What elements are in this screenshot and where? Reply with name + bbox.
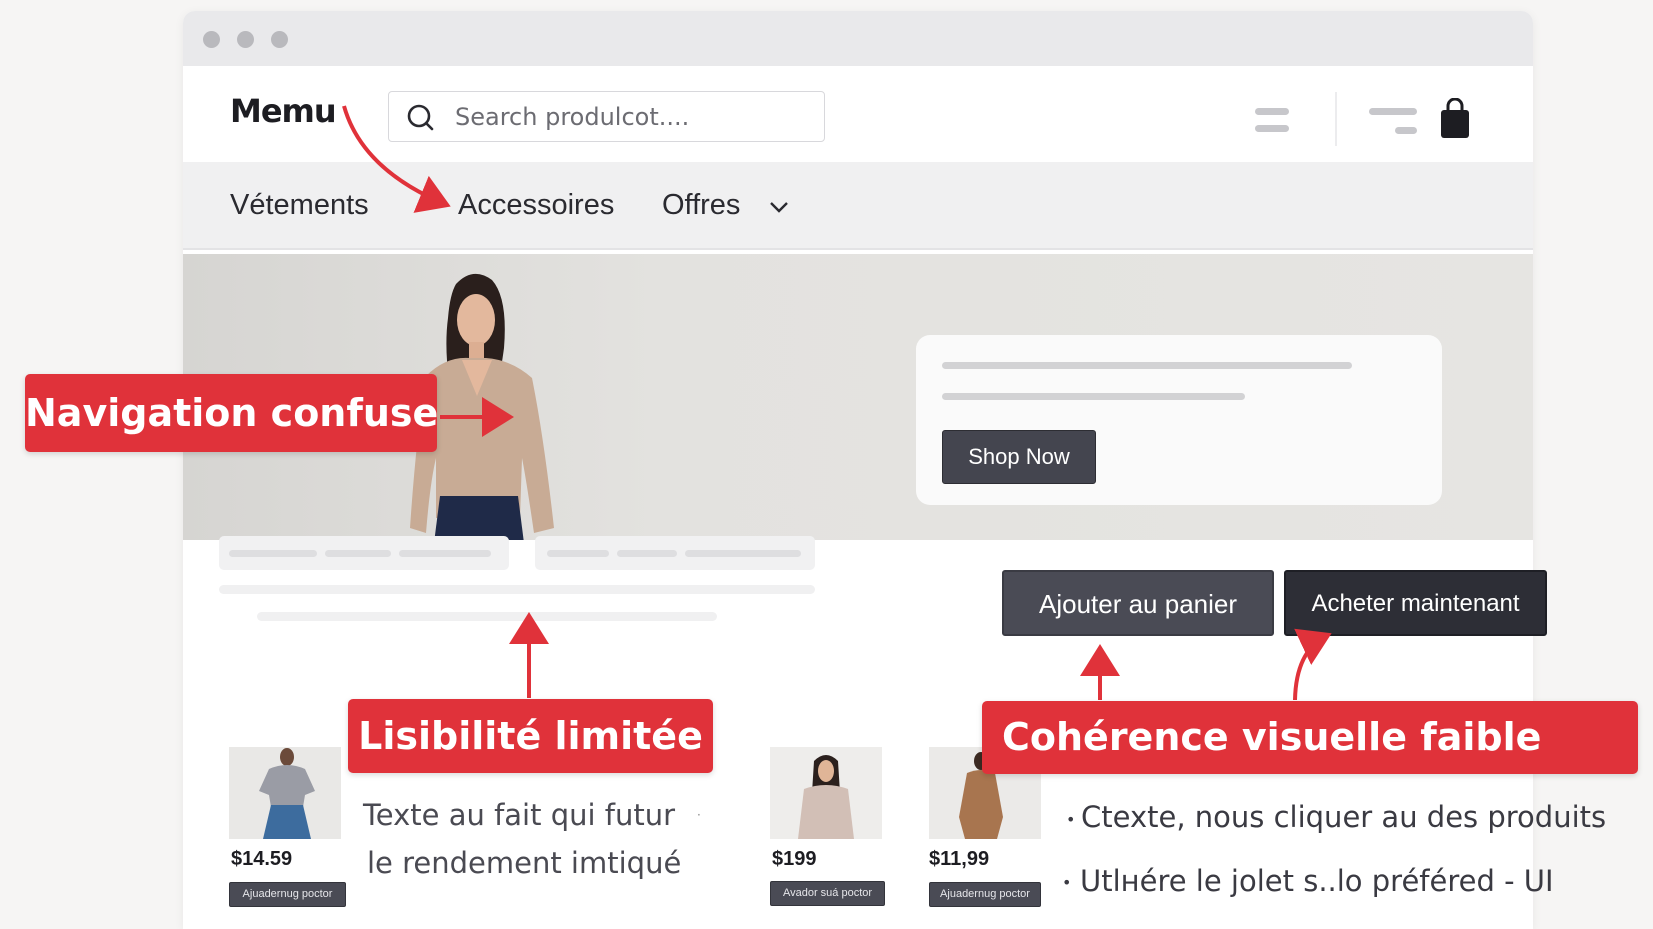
search-icon: [407, 104, 434, 131]
callout-navigation: Navigation confuse: [25, 374, 438, 452]
search-input[interactable]: [455, 100, 805, 134]
nav-item-accessoires[interactable]: Accessoires: [458, 189, 614, 222]
filter-icon[interactable]: [1369, 108, 1417, 136]
text-placeholder: [325, 550, 391, 557]
product-image[interactable]: [229, 747, 341, 839]
text-placeholder: [547, 550, 609, 557]
callout-legibility: Lisibilité limitée: [348, 699, 713, 773]
window-titlebar: [183, 11, 1533, 66]
nav-item-offres[interactable]: Offres: [662, 189, 740, 222]
add-to-cart-button[interactable]: Ajouter au panier: [1002, 570, 1274, 636]
promo-text-placeholder: [942, 393, 1245, 400]
window-dot-minimize[interactable]: [237, 31, 254, 48]
shop-now-button[interactable]: Shop Now: [942, 430, 1096, 484]
text-placeholder: [257, 612, 717, 621]
body-text-line: Texte au fait qui futur: [363, 798, 676, 832]
promo-card: Shop Now: [916, 335, 1442, 505]
shopping-bag-icon[interactable]: [1439, 98, 1471, 140]
category-nav: Vétements Accessoires Offres: [183, 162, 1533, 250]
product-add-button[interactable]: Ajuadernug poctor: [229, 882, 346, 907]
product-add-button[interactable]: Ajuadernug poctor: [929, 882, 1041, 907]
chevron-down-icon[interactable]: [769, 200, 789, 214]
body-text-line: le rendement imtiqué: [367, 846, 682, 880]
bullet-text: Utlнére le jolet s..lo préféred - UI: [1080, 864, 1554, 898]
callout-coherence: Cohérence visuelle faible: [982, 701, 1638, 774]
menu-icon[interactable]: [1255, 108, 1289, 134]
text-placeholder: [399, 550, 491, 557]
text-placeholder: [229, 550, 317, 557]
site-logo[interactable]: Memu: [230, 92, 337, 130]
product-price: $199: [772, 848, 817, 870]
promo-text-placeholder: [942, 362, 1352, 369]
bullet-text: Ctexte, nous cliquer au des produits: [1081, 800, 1607, 834]
product-add-button[interactable]: Avador suá poctor: [770, 881, 885, 906]
header-divider: [1335, 92, 1337, 146]
text-placeholder: [685, 550, 801, 557]
site-header: Memu: [183, 66, 1533, 162]
nav-item-vetements[interactable]: Vétements: [230, 189, 369, 222]
bullet-icon: •: [1066, 810, 1076, 829]
product-image[interactable]: [770, 747, 882, 839]
decorative-mark: ·: [697, 808, 701, 822]
window-dot-close[interactable]: [203, 31, 220, 48]
text-placeholder: [617, 550, 677, 557]
buy-now-button[interactable]: Acheter maintenant: [1284, 570, 1547, 636]
product-price: $14.59: [231, 848, 293, 870]
bullet-icon: •: [1062, 873, 1072, 892]
product-price: $11,99: [929, 848, 990, 870]
search-box[interactable]: [388, 91, 825, 142]
text-placeholder: [219, 585, 815, 594]
window-dot-maximize[interactable]: [271, 31, 288, 48]
